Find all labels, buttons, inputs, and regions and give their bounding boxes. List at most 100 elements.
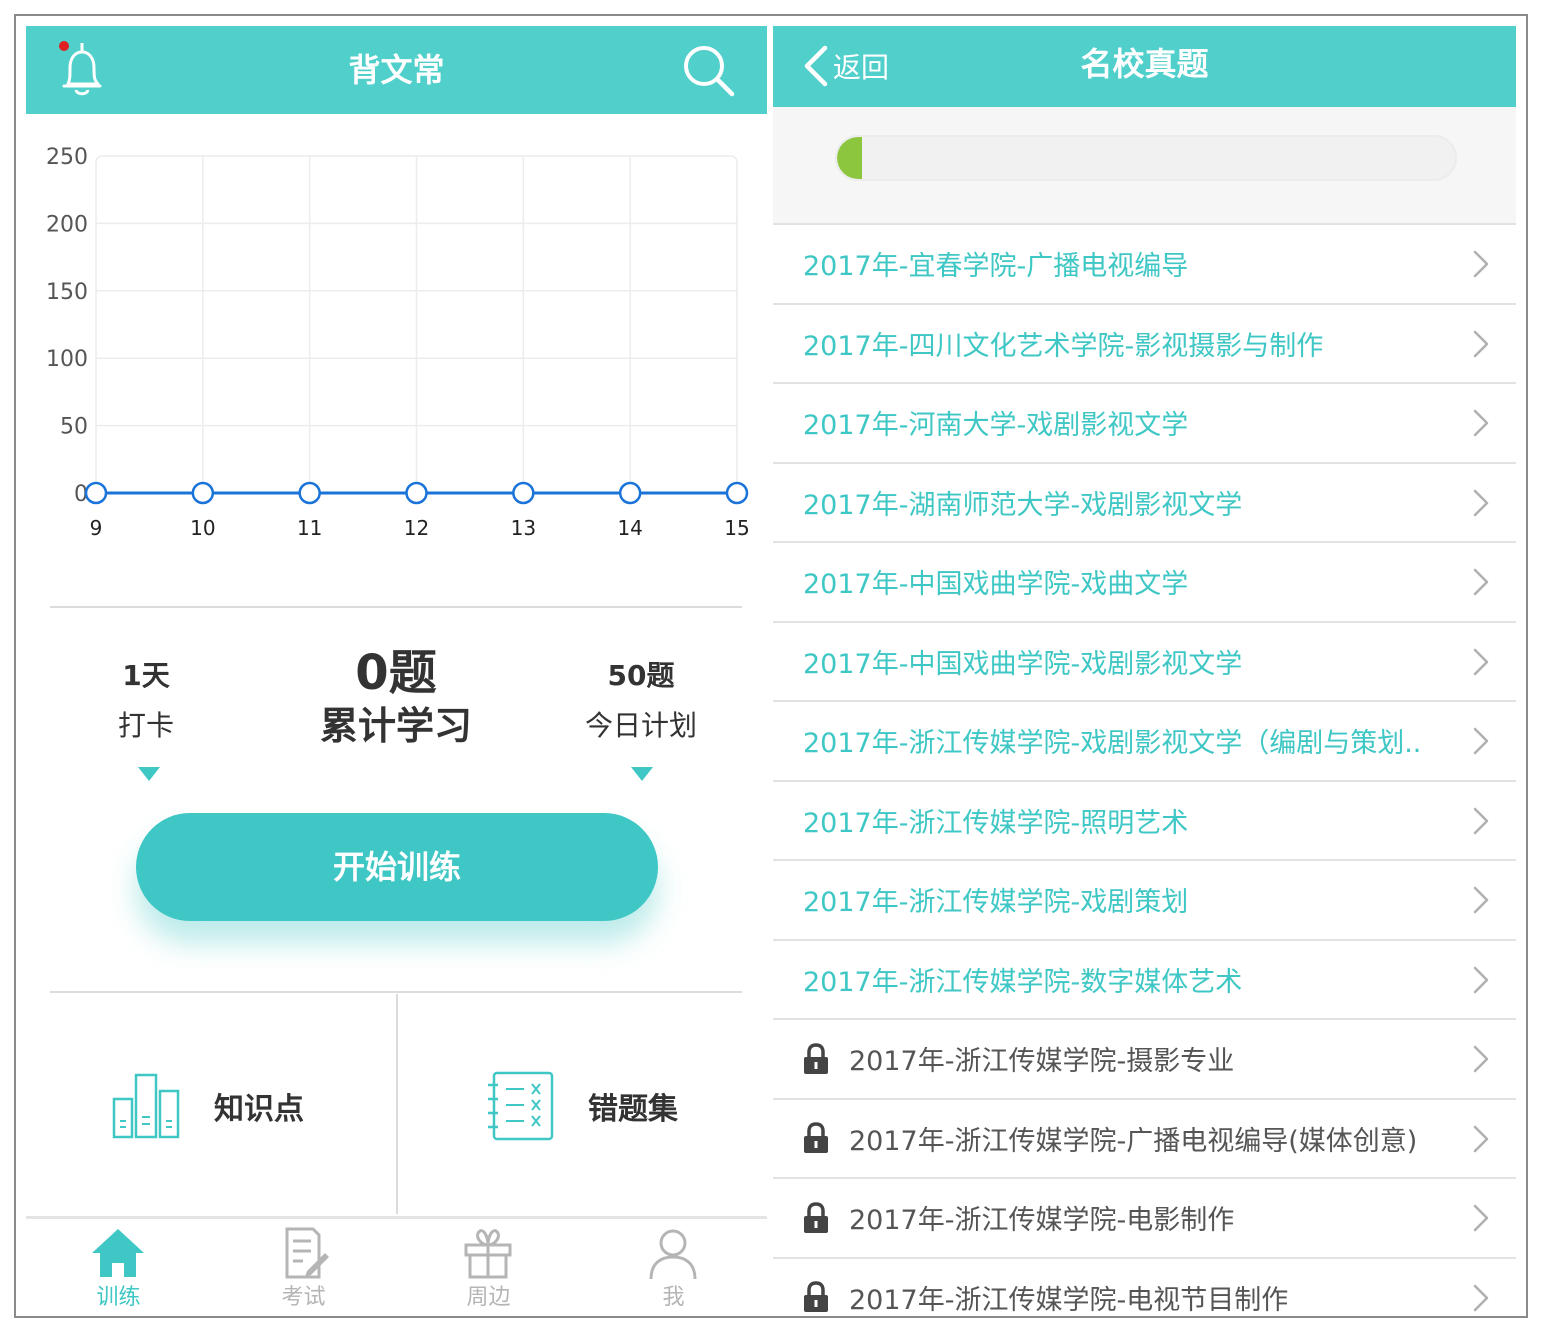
exam-icon (285, 1227, 329, 1279)
data-point (405, 481, 428, 505)
x-tick-label: 10 (190, 516, 215, 540)
exam-list-item[interactable]: 2017年-中国戏曲学院-戏剧影视文学 (773, 623, 1516, 702)
exam-list-item[interactable]: 2017年-河南大学-戏剧影视文学 (773, 384, 1516, 464)
data-point (191, 481, 215, 505)
exam-list-item[interactable]: 2017年-浙江传媒学院-电影制作 (773, 1179, 1516, 1259)
knowledge-points-label: 知识点 (214, 1092, 304, 1127)
chevron-right-icon (1473, 568, 1489, 596)
exam-list-item[interactable]: 2017年-浙江传媒学院-戏剧策划 (773, 861, 1516, 941)
start-training-button[interactable]: 开始训练 (136, 813, 658, 921)
notebook-icon (488, 1071, 554, 1141)
tab-label: 训练 (96, 1285, 141, 1310)
exam-list-item[interactable]: 2017年-四川文化艺术学院-影视摄影与制作 (773, 305, 1516, 384)
exam-list-item[interactable]: 2017年-宜春学院-广播电视编导 (773, 225, 1516, 305)
y-tick-label: 150 (46, 280, 88, 305)
x-tick-label: 11 (297, 516, 322, 540)
lock-icon (804, 1122, 828, 1154)
x-tick-label: 9 (90, 516, 103, 540)
checkin-stat[interactable]: 1天 打卡 (86, 656, 206, 746)
exam-title: 2017年-浙江传媒学院-照明艺术 (803, 807, 1189, 839)
exam-title: 2017年-浙江传媒学院-电视节目制作 (849, 1284, 1289, 1316)
exam-title: 2017年-宜春学院-广播电视编导 (803, 251, 1189, 283)
data-point (618, 481, 642, 505)
progress-fill (837, 137, 862, 179)
y-tick-label: 100 (46, 347, 88, 372)
exam-list-item[interactable]: 2017年-湖南师范大学-戏剧影视文学 (773, 464, 1516, 543)
exam-title: 2017年-浙江传媒学院-广播电视编导(媒体创意) (849, 1125, 1418, 1157)
x-tick-label: 13 (511, 516, 536, 540)
exam-title: 2017年-浙江传媒学院-戏剧影视文学（编剧与策划... (803, 728, 1423, 760)
lock-icon (804, 1201, 828, 1233)
lock-icon (804, 1042, 828, 1074)
tab-me[interactable]: 我 (581, 1219, 766, 1316)
exam-list-item[interactable]: 2017年-浙江传媒学院-广播电视编导(媒体创意) (773, 1100, 1516, 1179)
exam-title: 2017年-中国戏曲学院-戏曲文学 (803, 569, 1189, 601)
exam-list-item[interactable]: 2017年-浙江传媒学院-摄影专业 (773, 1020, 1516, 1100)
exam-list-item[interactable]: 2017年-浙江传媒学院-电视节目制作 (773, 1259, 1516, 1317)
y-tick-label: 50 (60, 415, 88, 440)
chevron-right-icon (1473, 966, 1489, 993)
home-title: 背文常 (348, 51, 445, 89)
data-point (298, 481, 321, 505)
chevron-right-icon (1473, 727, 1489, 755)
tab-exam[interactable]: 考试 (211, 1219, 396, 1316)
total-count: 0题 (355, 645, 437, 701)
progress-bar (835, 135, 1457, 181)
plan-stat[interactable]: 50题 今日计划 (566, 656, 716, 746)
exams-header: 返回 名校真题 (773, 26, 1516, 107)
search-icon[interactable] (680, 42, 738, 100)
chevron-right-icon (1473, 1284, 1489, 1311)
checkin-days: 1天 (122, 659, 170, 692)
x-tick-label: 14 (617, 516, 642, 540)
exams-title: 名校真题 (1080, 45, 1209, 83)
exam-title: 2017年-浙江传媒学院-摄影专业 (849, 1046, 1235, 1078)
tab-label: 我 (662, 1285, 685, 1310)
exam-list-item[interactable]: 2017年-浙江传媒学院-戏剧影视文学（编剧与策划... (773, 702, 1516, 782)
tab-nearby[interactable]: 周边 (396, 1219, 581, 1316)
exam-title: 2017年-浙江传媒学院-戏剧策划 (803, 887, 1189, 919)
exam-list-item[interactable]: 2017年-浙江传媒学院-照明艺术 (773, 782, 1516, 861)
tab-label: 考试 (281, 1285, 326, 1310)
checkin-label: 打卡 (117, 709, 174, 742)
school-exams-screen: 返回 名校真题 2017年-宜春学院-广播电视编导 2017年-四川文化艺术学院-… (773, 26, 1516, 1316)
wrong-questions-button[interactable]: 错题集 (484, 1066, 678, 1146)
triangle-down-icon (138, 767, 160, 781)
exam-list-item[interactable]: 2017年-中国戏曲学院-戏曲文学 (773, 543, 1516, 623)
home-screen: 背文常 0 50 100 150 200 250 9 10 11 12 13 14 15 1天 打卡 0… (26, 26, 767, 1316)
data-point (512, 481, 535, 505)
data-point (725, 481, 749, 505)
chevron-right-icon (1473, 807, 1489, 834)
exam-title: 2017年-中国戏曲学院-戏剧影视文学 (803, 648, 1243, 680)
chevron-right-icon (1473, 409, 1489, 437)
data-point (84, 481, 108, 505)
divider (50, 991, 742, 993)
exam-list-item[interactable]: 2017年-浙江传媒学院-数字媒体艺术 (773, 941, 1516, 1020)
total-label: 累计学习 (319, 704, 472, 748)
tab-label: 周边 (466, 1285, 511, 1310)
chevron-right-icon (1473, 489, 1489, 516)
exam-list: 2017年-宜春学院-广播电视编导 2017年-四川文化艺术学院-影视摄影与制作 2… (773, 225, 1516, 1316)
bottom-tab-bar: 训练 考试 周边 我 (26, 1216, 767, 1316)
total-stat: 0题 累计学习 (276, 644, 516, 750)
chevron-right-icon (1473, 1125, 1489, 1152)
x-tick-label: 12 (404, 516, 429, 540)
exam-title: 2017年-河南大学-戏剧影视文学 (803, 410, 1189, 442)
chevron-right-icon (1473, 1204, 1489, 1232)
x-tick-label: 15 (724, 516, 749, 540)
plan-count: 50题 (607, 659, 675, 692)
user-icon (649, 1229, 697, 1280)
chevron-right-icon (1473, 648, 1489, 675)
home-icon (92, 1229, 144, 1277)
exam-title: 2017年-湖南师范大学-戏剧影视文学 (803, 489, 1243, 521)
screenshot-frame: 背文常 0 50 100 150 200 250 9 10 11 12 13 14 15 1天 打卡 0… (14, 14, 1528, 1318)
y-tick-label: 200 (46, 212, 88, 237)
home-header: 背文常 (26, 26, 767, 114)
chevron-right-icon (1473, 250, 1489, 278)
triangle-down-icon (631, 767, 653, 781)
tab-training[interactable]: 训练 (26, 1219, 211, 1316)
study-line-chart: 0501001502002509 10 11 12 13 14 15 (46, 145, 750, 540)
y-tick-label: 250 (46, 145, 88, 170)
wrong-questions-label: 错题集 (588, 1092, 678, 1127)
knowledge-points-button[interactable]: 知识点 (110, 1066, 304, 1146)
vertical-divider (396, 994, 398, 1214)
